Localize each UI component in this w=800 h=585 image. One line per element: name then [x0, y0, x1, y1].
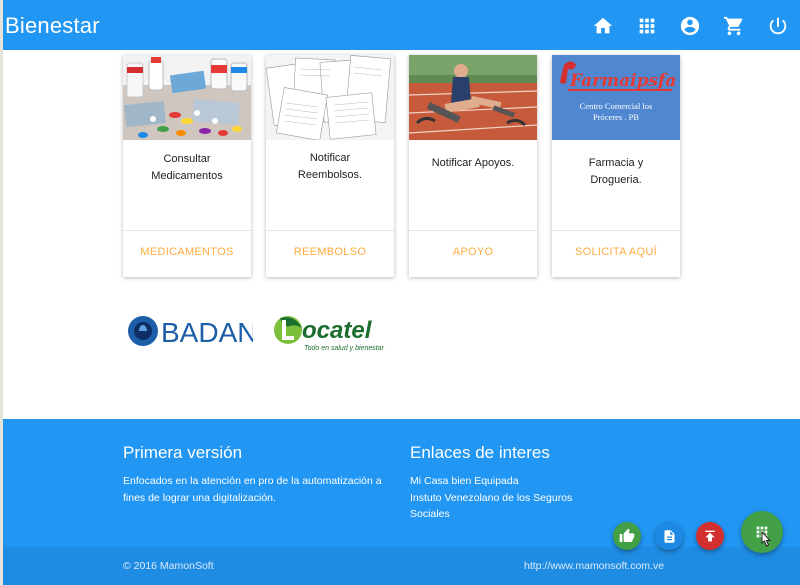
like-fab[interactable]: [613, 522, 641, 550]
publish-icon: [705, 530, 715, 542]
home-icon[interactable]: [592, 15, 614, 37]
top-app-bar: Bienestar: [3, 0, 800, 50]
medicine-pills-image: [123, 55, 251, 140]
locatel-logo[interactable]: ocatel Todo en salud y bienestar: [270, 310, 394, 354]
copyright-text: © 2016 MamonSoft: [123, 560, 214, 572]
badan-wordmark: BADAN: [161, 317, 253, 348]
svg-text:Centro Comercial los: Centro Comercial los: [580, 101, 653, 111]
farmaipsfa-logo: Farmaipsfa Centro Comercial los Próceres…: [552, 55, 680, 140]
card-title: Notificar Apoyos.: [431, 157, 515, 169]
document-icon: [664, 529, 674, 543]
footer-description: Enfocados en la atención en pro de la au…: [123, 475, 382, 504]
page-footer: Primera versión Enfocados en la atención…: [3, 419, 800, 585]
power-icon[interactable]: [767, 15, 789, 37]
footer-links: Mi Casa bien Equipada Instuto Venezolano…: [410, 473, 600, 523]
card-title: Consultar Medicamentos: [151, 153, 223, 182]
scroll-top-fab[interactable]: [696, 522, 724, 550]
account-icon[interactable]: [679, 15, 701, 37]
svg-text:ocatel: ocatel: [302, 317, 373, 344]
card-divider: [266, 230, 394, 231]
link-ivss[interactable]: Instuto Venezolano de los Seguros Social…: [410, 490, 600, 523]
app-title[interactable]: Bienestar: [5, 13, 100, 39]
mouse-cursor-icon: [761, 531, 772, 547]
apoyo-link[interactable]: APOYO: [409, 246, 537, 258]
footer-title-version: Primera versión: [123, 443, 243, 462]
page-frame: Bienestar Consultar Medicamentos MEDICAM…: [3, 0, 800, 585]
solicita-link[interactable]: SOLICITA AQUÍ: [552, 246, 680, 258]
cart-icon[interactable]: [723, 15, 745, 37]
document-fab[interactable]: [655, 522, 683, 550]
forms-documents-image: [266, 55, 394, 140]
svg-text:Próceres . PB: Próceres . PB: [593, 112, 639, 122]
svg-text:Todo en salud y bienestar: Todo en salud y bienestar: [304, 345, 385, 352]
thumb-up-icon: [619, 528, 635, 542]
site-url[interactable]: http://www.mamonsoft.com.ve: [524, 560, 664, 572]
card-title: Notificar Reembolsos.: [297, 152, 363, 181]
card-divider: [409, 230, 537, 231]
reembolso-link[interactable]: REEMBOLSO: [266, 246, 394, 258]
card-divider: [552, 230, 680, 231]
card-apoyo: Notificar Apoyos. APOYO: [409, 55, 537, 277]
card-medicamentos: Consultar Medicamentos MEDICAMENTOS: [123, 55, 251, 277]
medicamentos-link[interactable]: MEDICAMENTOS: [123, 246, 251, 258]
footer-title-links: Enlaces de interes: [410, 443, 550, 462]
svg-text:Farmaipsfa: Farmaipsfa: [569, 71, 676, 91]
copyright-bar: © 2016 MamonSoft http://www.mamonsoft.co…: [3, 547, 800, 585]
card-title: Farmacia y Drogueria.: [588, 157, 644, 186]
badan-logo[interactable]: BADAN: [125, 312, 257, 350]
card-farmacia: Farmaipsfa Centro Comercial los Próceres…: [552, 55, 680, 277]
card-reembolso: Notificar Reembolsos. REEMBOLSO: [266, 55, 394, 277]
card-divider: [123, 230, 251, 231]
apps-icon[interactable]: [636, 15, 658, 37]
link-mi-casa[interactable]: Mi Casa bien Equipada: [410, 473, 600, 490]
athlete-track-image: [409, 55, 537, 140]
